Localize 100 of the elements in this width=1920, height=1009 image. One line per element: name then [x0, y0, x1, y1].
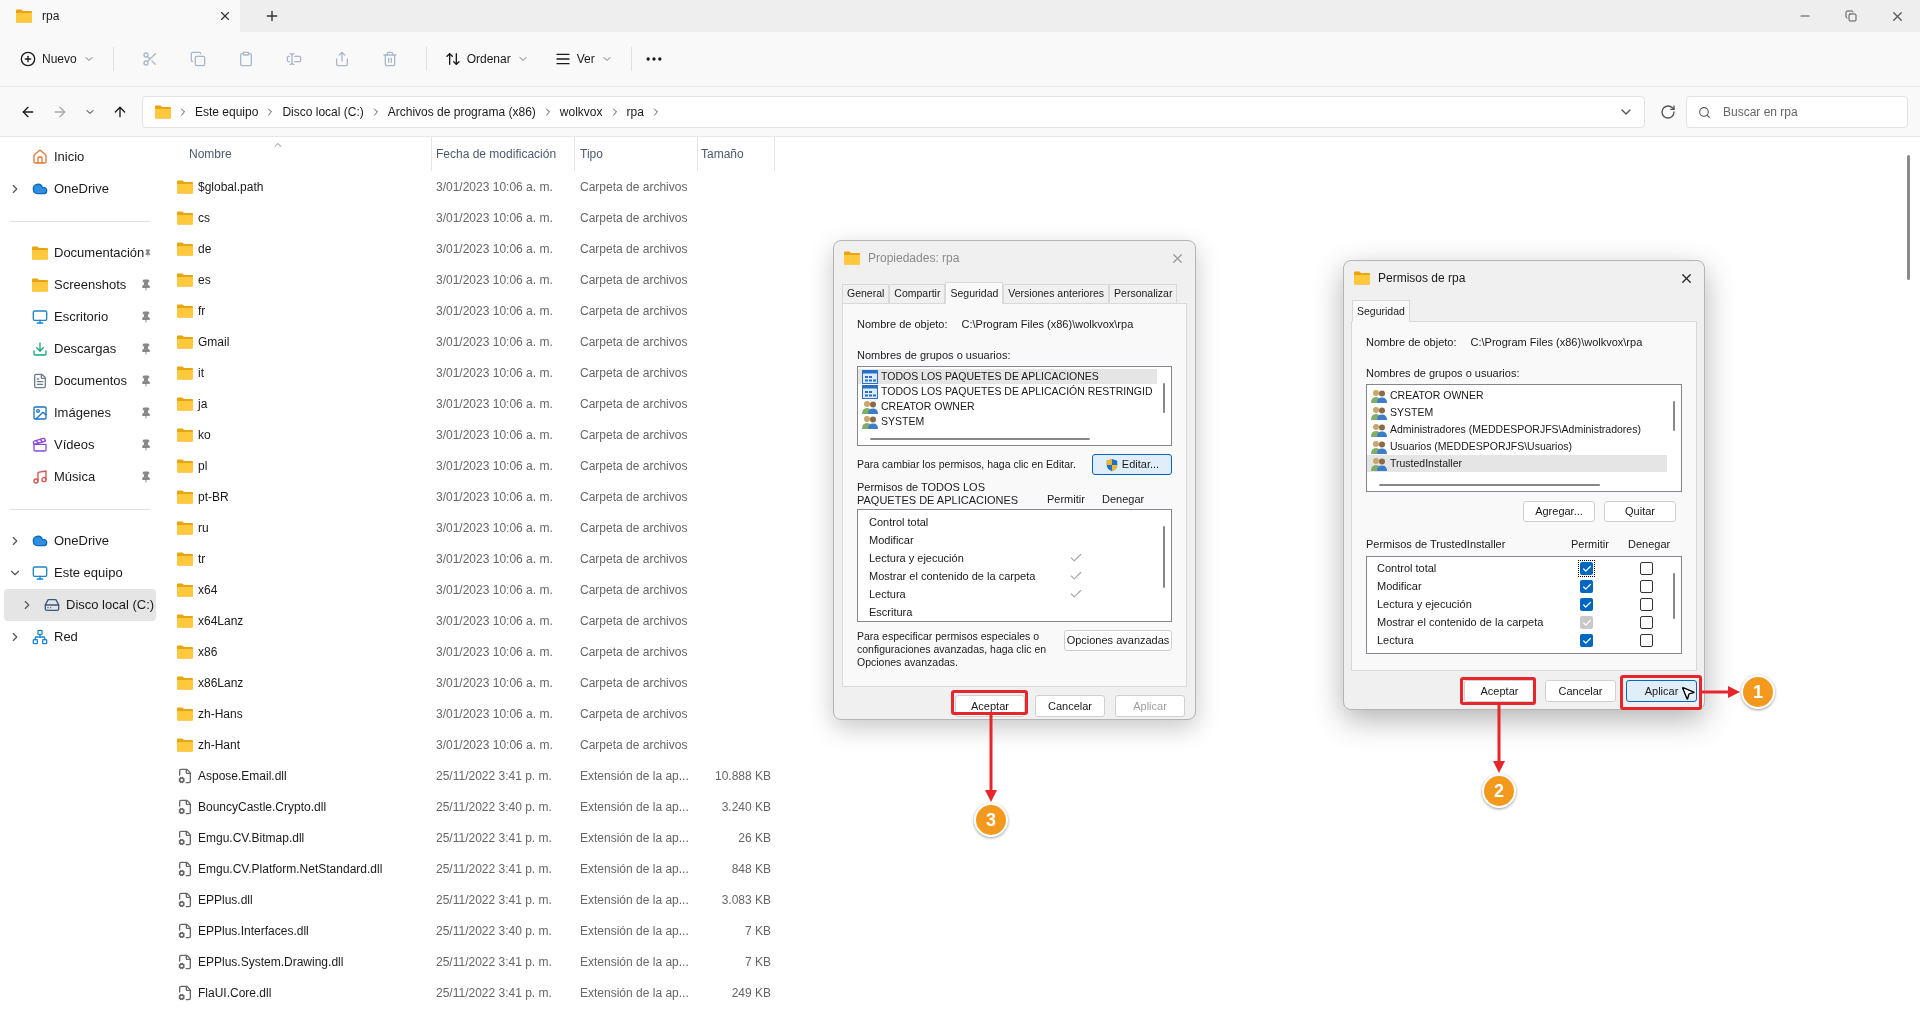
list-item[interactable]: Administradores (MEDDESPORJFS\Administradores) — [1367, 421, 1667, 438]
dialog-button[interactable]: Aceptar — [955, 695, 1025, 717]
file-name[interactable]: EPPlus.dll — [198, 890, 253, 909]
sidebar-item[interactable]: Música — [4, 461, 156, 493]
breadcrumb[interactable]: Archivos de programa (x86) — [387, 102, 536, 121]
column-header[interactable]: Nombre — [160, 137, 432, 171]
file-name[interactable]: Emgu.CV.Platform.NetStandard.dll — [198, 859, 383, 878]
sidebar-item[interactable]: Disco local (C:) — [4, 589, 156, 621]
breadcrumb[interactable]: wolkvox — [559, 102, 603, 121]
window-tab[interactable]: rpa — [0, 0, 240, 32]
sidebar-item[interactable]: Inicio — [4, 141, 156, 173]
dialog-tab[interactable]: Personalizar — [1109, 284, 1178, 303]
sidebar-item[interactable]: Screenshots — [4, 269, 156, 301]
dialog-button[interactable]: Cancelar — [1545, 680, 1616, 702]
file-name[interactable]: Gmail — [198, 332, 230, 351]
column-header[interactable]: Tamaño — [698, 137, 775, 171]
dialog-tab[interactable]: Seguridad — [945, 282, 1004, 304]
checkbox[interactable] — [1580, 634, 1593, 647]
dialog-button[interactable]: Cancelar — [1035, 695, 1105, 717]
breadcrumb[interactable]: rpa — [626, 102, 644, 121]
delete-icon[interactable] — [381, 51, 398, 67]
file-name[interactable]: pl — [198, 456, 208, 475]
list-item[interactable]: CREATOR OWNER — [858, 399, 1157, 414]
sidebar-item[interactable]: Escritorio — [4, 301, 156, 333]
file-name[interactable]: x64Lanz — [198, 611, 244, 630]
column-header[interactable]: Fecha de modificación — [432, 137, 575, 171]
checkbox[interactable] — [1640, 616, 1653, 629]
file-name[interactable]: x64 — [198, 580, 218, 599]
file-name[interactable]: cs — [198, 208, 210, 227]
pin-icon[interactable] — [144, 247, 152, 259]
pin-icon[interactable] — [140, 407, 152, 419]
close-icon[interactable] — [218, 9, 232, 23]
file-name[interactable]: pt-BR — [198, 487, 229, 506]
checkbox[interactable] — [1640, 580, 1653, 593]
sidebar-item[interactable]: OneDrive — [4, 173, 156, 205]
dialog-tab[interactable]: General — [842, 284, 890, 303]
dialog-tab[interactable]: Compartir — [889, 284, 946, 303]
scrollbar-thumb[interactable] — [1163, 526, 1165, 588]
file-name[interactable]: Emgu.CV.Bitmap.dll — [198, 828, 305, 847]
scrollbar-thumb[interactable] — [1907, 155, 1910, 280]
scrollbar-thumb[interactable] — [1673, 401, 1675, 431]
breadcrumb[interactable]: Disco local (C:) — [282, 102, 364, 121]
breadcrumb[interactable]: Este equipo — [195, 102, 259, 121]
dialog-button[interactable]: Aplicar — [1626, 680, 1697, 702]
checkbox[interactable] — [1580, 598, 1593, 611]
sidebar-item[interactable]: Documentación — [4, 237, 156, 269]
checkbox[interactable] — [1640, 562, 1653, 575]
add-button[interactable]: Agregar... — [1523, 501, 1595, 522]
file-name[interactable]: it — [198, 363, 204, 382]
pin-icon[interactable] — [140, 471, 152, 483]
list-item[interactable]: TrustedInstaller — [1367, 455, 1667, 472]
file-name[interactable]: fr — [198, 301, 206, 320]
file-name[interactable]: x86Lanz — [198, 673, 244, 692]
list-item[interactable]: SYSTEM — [1367, 404, 1667, 421]
file-name[interactable]: zh-Hans — [198, 704, 243, 723]
file-name[interactable]: es — [198, 270, 211, 289]
remove-button[interactable]: Quitar — [1604, 501, 1676, 522]
file-name[interactable]: $global.path — [198, 177, 264, 196]
checkbox[interactable] — [1640, 634, 1653, 647]
scrollbar-thumb[interactable] — [1163, 383, 1165, 413]
text-cursor-icon[interactable] — [285, 51, 302, 67]
edit-button[interactable]: Editar... — [1092, 454, 1172, 475]
column-header[interactable]: Tipo — [575, 137, 698, 171]
scrollbar-thumb[interactable] — [870, 438, 1090, 440]
pin-icon[interactable] — [140, 279, 152, 291]
sidebar-item[interactable]: Documentos — [4, 365, 156, 397]
list-item[interactable]: TODOS LOS PAQUETES DE APLICACIÓN RESTRINGID — [858, 384, 1157, 399]
refresh-icon[interactable] — [1660, 103, 1676, 120]
search-field[interactable]: Buscar en rpa — [1686, 95, 1908, 128]
advanced-button[interactable]: Opciones avanzadas — [1064, 630, 1172, 651]
file-name[interactable]: zh-Hant — [198, 735, 241, 754]
scissors-icon[interactable] — [141, 51, 158, 67]
dialog-button[interactable]: Aceptar — [1464, 680, 1535, 702]
scrollbar-thumb[interactable] — [1379, 484, 1600, 486]
clipboard-icon[interactable] — [237, 51, 254, 67]
list-item[interactable]: SYSTEM — [858, 414, 1157, 429]
file-name[interactable]: ko — [198, 425, 211, 444]
scrollbar-thumb[interactable] — [1673, 572, 1675, 619]
file-name[interactable]: de — [198, 239, 212, 258]
copy-icon[interactable] — [189, 51, 206, 67]
pin-icon[interactable] — [140, 375, 152, 387]
file-name[interactable]: x86 — [198, 642, 218, 661]
sort-button[interactable]: Ordenar — [438, 43, 535, 75]
address-field[interactable]: Este equipo Disco local (C:) Archivos de programa (x86) wolkvox rpa — [142, 95, 1645, 128]
pin-icon[interactable] — [140, 343, 152, 355]
file-name[interactable]: ru — [198, 518, 209, 537]
pin-icon[interactable] — [140, 311, 152, 323]
sidebar-item[interactable]: Imágenes — [4, 397, 156, 429]
file-name[interactable]: EPPlus.Interfaces.dll — [198, 921, 309, 940]
list-item[interactable]: CREATOR OWNER — [1367, 387, 1667, 404]
file-name[interactable]: ja — [198, 394, 208, 413]
dialog-tab[interactable]: Versiones anteriores — [1003, 284, 1110, 303]
restore-icon[interactable] — [1845, 10, 1857, 22]
sidebar-item[interactable]: Este equipo — [4, 557, 156, 589]
file-name[interactable]: FlaUI.Core.dll — [198, 983, 272, 1002]
view-button[interactable]: Ver — [548, 43, 619, 75]
sidebar-item[interactable]: Red — [4, 621, 156, 653]
new-button[interactable]: Nuevo — [14, 43, 101, 75]
list-item[interactable]: TODOS LOS PAQUETES DE APLICACIONES — [858, 369, 1157, 384]
pin-icon[interactable] — [140, 439, 152, 451]
